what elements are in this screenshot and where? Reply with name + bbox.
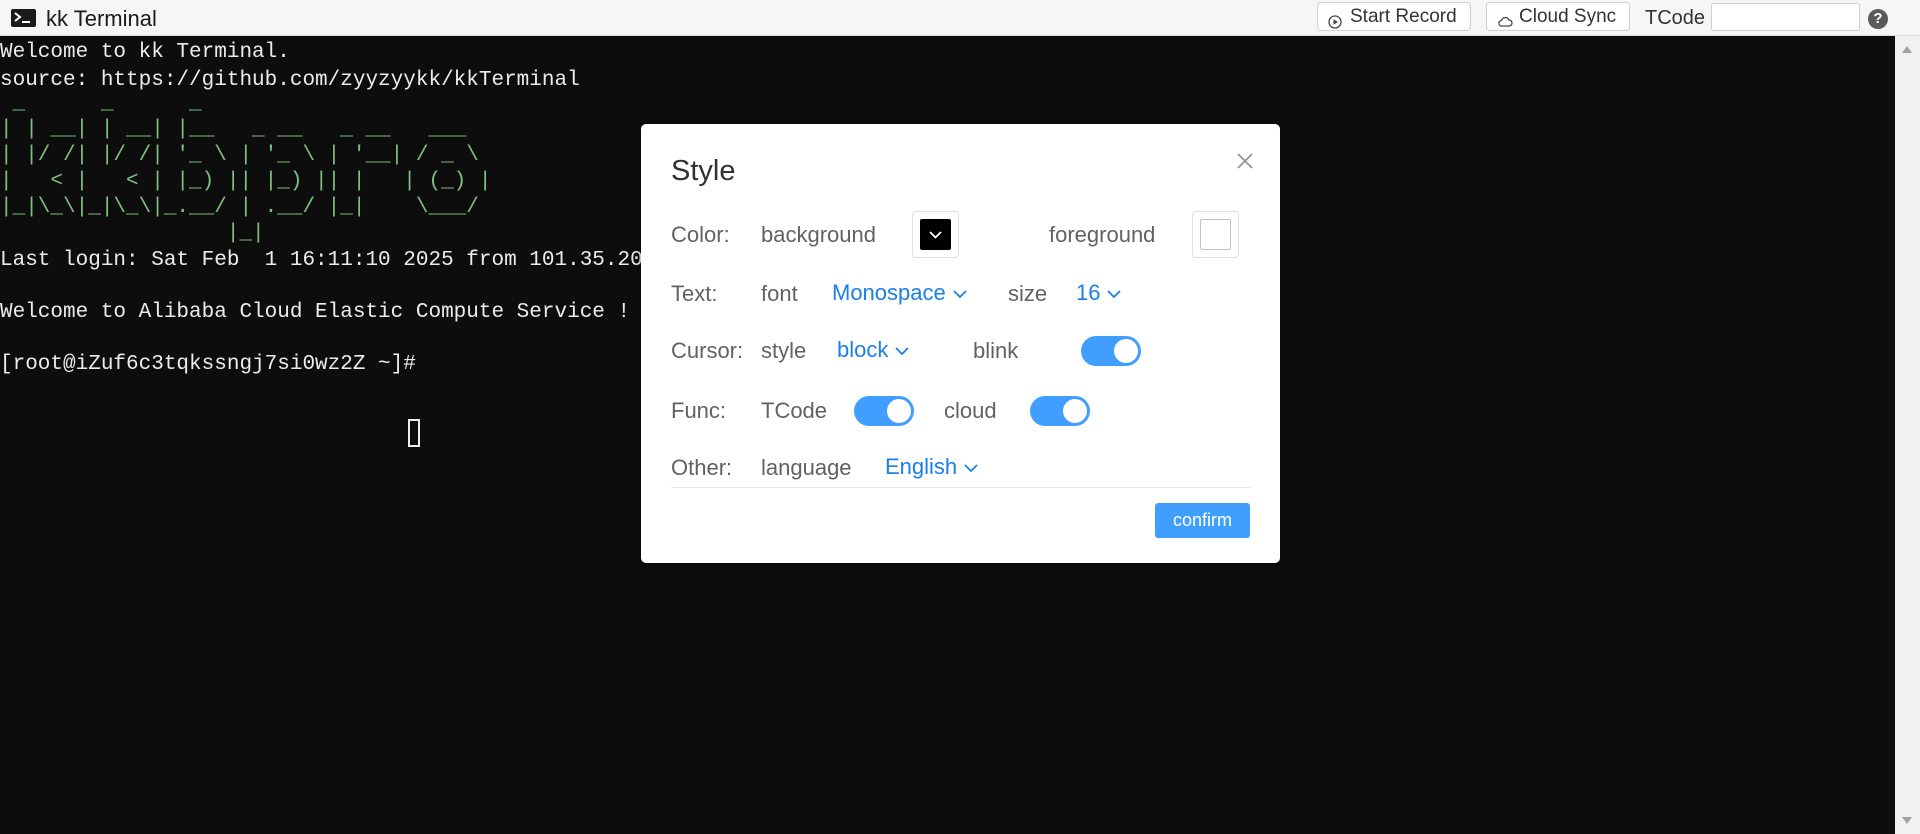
font-dropdown[interactable]: Monospace [832, 280, 968, 306]
ascii-art-line: _ _ _ [0, 92, 202, 115]
help-icon[interactable]: ? [1868, 9, 1888, 29]
foreground-label: foreground [1049, 222, 1156, 247]
cloud-sync-label: Cloud Sync [1519, 6, 1617, 27]
font-value: Monospace [832, 280, 946, 305]
vertical-scrollbar[interactable] [1895, 36, 1920, 834]
language-dropdown[interactable]: English [885, 454, 979, 480]
confirm-button[interactable]: confirm [1155, 503, 1250, 538]
ascii-art-line: |_|\_\|_|\_\|_.__/ | .__/ |_| \___/ [0, 196, 479, 219]
blink-toggle[interactable] [1081, 336, 1141, 366]
terminal-line: Last login: Sat Feb 1 16:11:10 2025 from… [0, 249, 681, 272]
dialog-divider [671, 487, 1250, 488]
dialog-title: Style [671, 155, 736, 187]
func-row: Func: TCode cloud [671, 392, 1250, 440]
cloud-icon [1497, 10, 1513, 27]
foreground-color-swatch [1200, 219, 1231, 250]
chevron-down-icon [964, 464, 978, 473]
tcode-input[interactable] [1711, 3, 1860, 31]
terminal-cursor [408, 419, 420, 447]
scroll-up-arrow-icon[interactable] [1902, 46, 1912, 53]
cursor-style-label: style [761, 338, 807, 363]
ascii-art-line: | < | < | |_) || |_) || | | (_) | [0, 170, 492, 193]
color-row-label: Color: [671, 222, 730, 247]
font-label: font [761, 281, 798, 306]
size-dropdown[interactable]: 16 [1076, 280, 1122, 306]
chevron-down-icon [1107, 290, 1122, 299]
other-row: Other: language English [671, 449, 1250, 497]
ascii-art-line: | | __| | __| |__ _ __ _ __ ___ [0, 118, 467, 141]
foreground-color-picker[interactable] [1192, 211, 1239, 258]
size-label: size [1008, 281, 1048, 306]
terminal-line: source: https://github.com/zyyzyykk/kkTe… [0, 69, 580, 92]
terminal-line: Welcome to kk Terminal. [0, 41, 290, 64]
toggle-knob [1114, 339, 1138, 363]
cursor-style-value: block [837, 337, 889, 362]
cloud-toggle[interactable] [1030, 396, 1090, 426]
language-label: language [761, 455, 852, 480]
tcode-label: TCode [1645, 7, 1706, 29]
cursor-row-label: Cursor: [671, 338, 744, 363]
top-bar: kk Terminal Start Record Cloud Sync TCod… [0, 0, 1920, 36]
blink-label: blink [973, 338, 1019, 363]
text-row: Text: font Monospace size 16 [671, 276, 1250, 324]
app-title: kk Terminal [46, 6, 157, 31]
chevron-down-icon [929, 231, 942, 239]
start-record-label: Start Record [1350, 6, 1457, 27]
style-dialog: Style Color: background foreground Text:… [641, 124, 1280, 563]
tcode-toggle[interactable] [854, 396, 914, 426]
ascii-art-line: | |/ /| |/ /| '_ \ | '_ \ | '__| / _ \ [0, 144, 479, 167]
toggle-knob [1063, 399, 1087, 423]
cursor-style-dropdown[interactable]: block [837, 337, 910, 363]
background-color-swatch [920, 219, 951, 250]
size-value: 16 [1076, 280, 1101, 305]
cloud-func-label: cloud [944, 398, 997, 423]
record-icon [1328, 10, 1342, 29]
chevron-down-icon [953, 290, 967, 299]
cursor-row: Cursor: style block blink [671, 332, 1250, 380]
ascii-art-line: |_| [0, 222, 265, 245]
scroll-down-arrow-icon[interactable] [1902, 817, 1912, 824]
cloud-sync-button[interactable]: Cloud Sync [1486, 2, 1630, 31]
other-row-label: Other: [671, 455, 733, 480]
background-label: background [761, 222, 876, 247]
text-row-label: Text: [671, 281, 718, 306]
chevron-down-icon [895, 347, 909, 356]
toggle-knob [887, 399, 911, 423]
start-record-button[interactable]: Start Record [1317, 2, 1471, 31]
terminal-icon [11, 9, 36, 27]
background-color-picker[interactable] [912, 211, 959, 258]
language-value: English [885, 454, 958, 479]
terminal-line: Welcome to Alibaba Cloud Elastic Compute… [0, 301, 631, 324]
terminal-prompt: [root@iZuf6c3tqkssngj7si0wz2Z ~]# [0, 353, 429, 376]
close-icon[interactable] [1234, 150, 1256, 172]
func-row-label: Func: [671, 398, 727, 423]
color-row: Color: background foreground [671, 211, 1250, 259]
tcode-func-label: TCode [761, 398, 828, 423]
